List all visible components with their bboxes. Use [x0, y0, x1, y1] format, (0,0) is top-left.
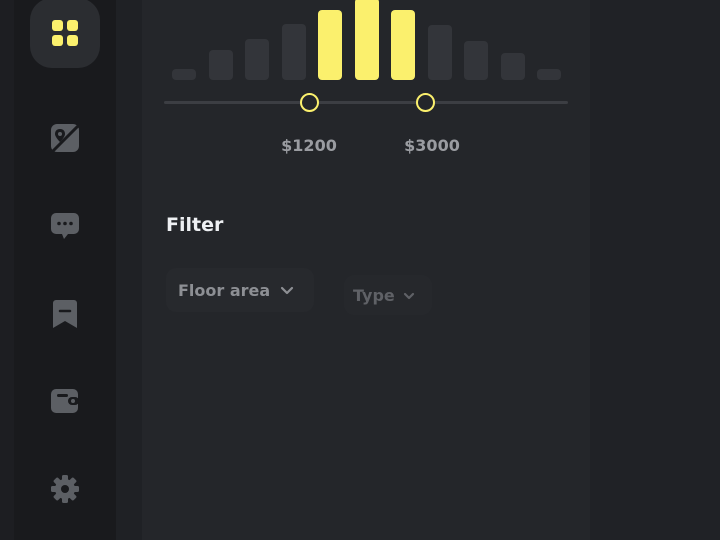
- histogram-bar: [281, 24, 306, 80]
- type-dropdown[interactable]: Type: [344, 275, 432, 315]
- price-slider-track[interactable]: [164, 101, 568, 104]
- price-slider-max-handle[interactable]: [416, 93, 435, 112]
- chat-icon: [50, 211, 80, 241]
- window-edge: [0, 0, 14, 540]
- bookmark-icon: [52, 299, 78, 329]
- right-background: [590, 0, 720, 540]
- sidebar-item-dashboard[interactable]: [30, 0, 100, 68]
- histogram-bar: [245, 39, 269, 80]
- chevron-down-icon: [403, 286, 415, 305]
- floor-area-label: Floor area: [178, 280, 271, 300]
- histogram-bar: [427, 25, 452, 80]
- histogram-bar: [391, 10, 415, 80]
- histogram-bar: [500, 53, 525, 80]
- sidebar-item-settings[interactable]: [30, 454, 100, 524]
- sidebar-item-wallet[interactable]: [30, 366, 100, 436]
- histogram-bar: [318, 10, 342, 80]
- chevron-down-icon: [280, 281, 294, 300]
- sidebar-item-messages[interactable]: [30, 191, 100, 261]
- floor-area-dropdown[interactable]: Floor area: [166, 268, 314, 312]
- grid-icon: [51, 19, 79, 47]
- type-label: Type: [353, 285, 395, 305]
- histogram-bar: [172, 69, 196, 80]
- price-min-label: $1200: [281, 136, 337, 155]
- histogram-bar: [464, 41, 488, 80]
- sidebar-item-map[interactable]: [30, 103, 100, 173]
- price-max-label: $3000: [404, 136, 460, 155]
- wallet-icon: [50, 387, 80, 415]
- filter-title: Filter: [166, 214, 224, 236]
- filter-panel: $1200 $3000 Filter Floor area Type: [142, 0, 590, 540]
- sidebar: [14, 0, 116, 540]
- map-icon: [50, 123, 80, 153]
- sidebar-item-saved[interactable]: [30, 279, 100, 349]
- histogram-bar: [537, 69, 561, 80]
- price-histogram: [142, 0, 590, 90]
- price-slider-min-handle[interactable]: [300, 93, 319, 112]
- gear-icon: [50, 474, 80, 504]
- histogram-bar: [208, 50, 233, 80]
- histogram-bar: [354, 0, 379, 80]
